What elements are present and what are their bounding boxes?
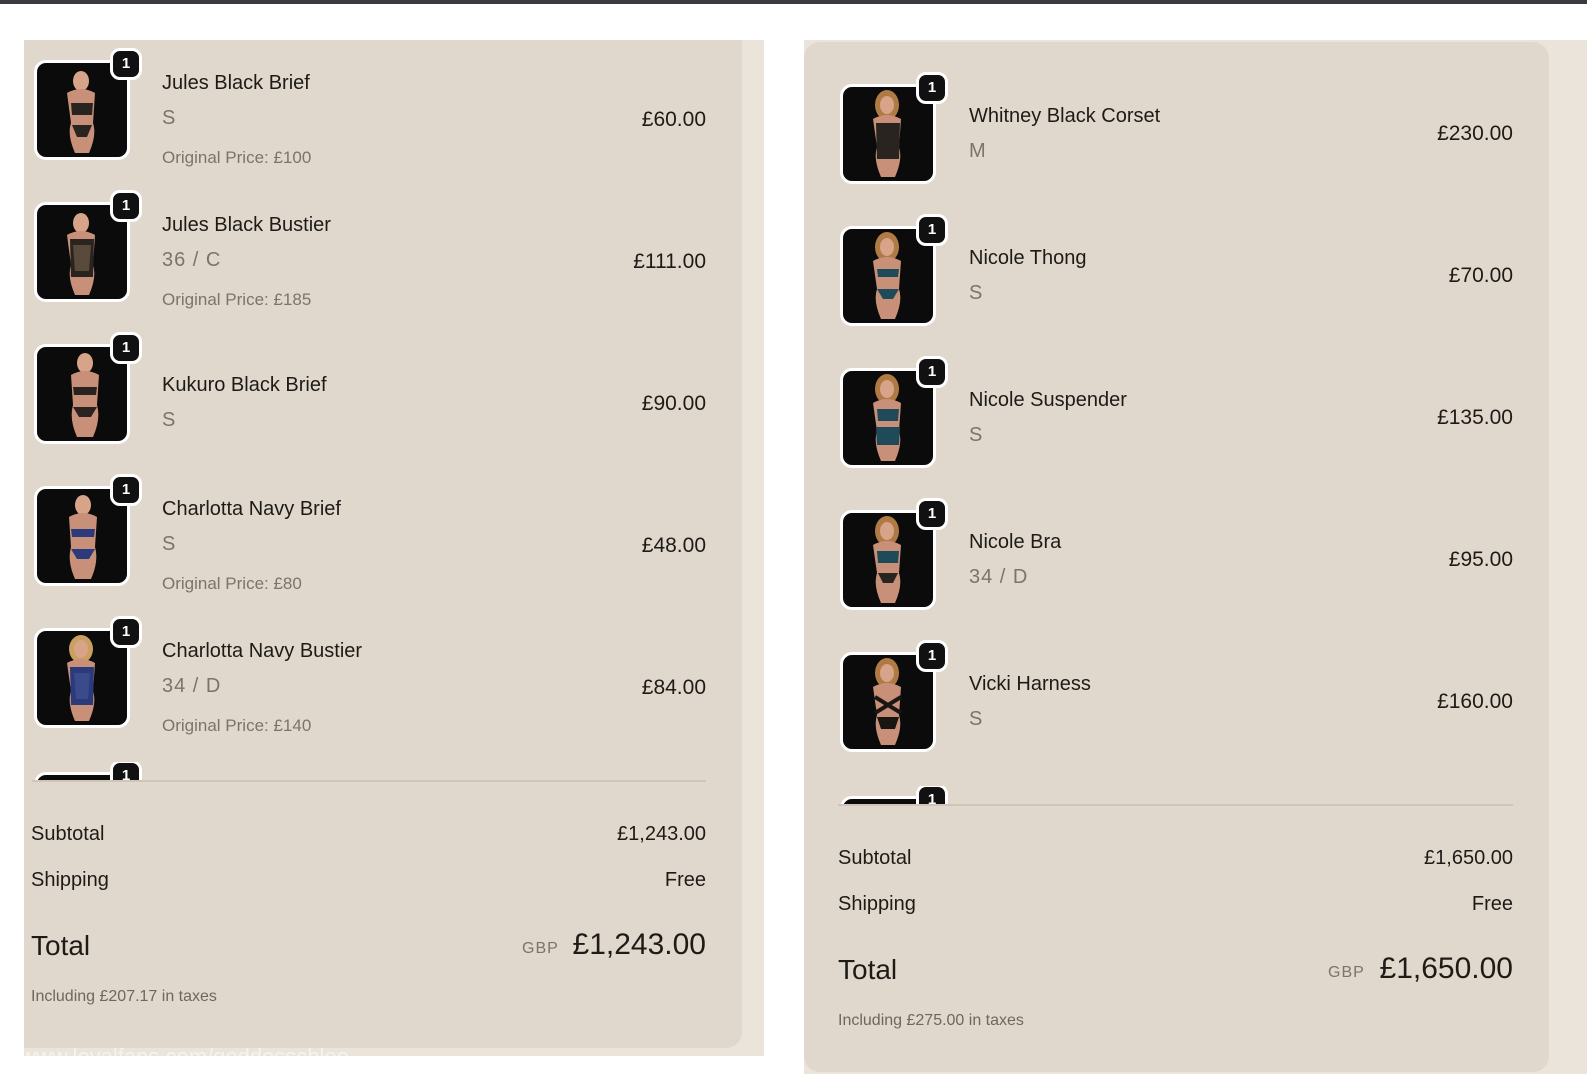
product-thumbnail[interactable]: 1 [34, 616, 142, 732]
product-variant: M [969, 140, 987, 162]
product-name[interactable]: Jules Black Bustier [162, 214, 331, 237]
product-name[interactable]: Nicole Bra [969, 531, 1061, 554]
product-price: £111.00 [633, 250, 706, 273]
product-thumbnail[interactable]: 1 [34, 474, 142, 590]
product-variant: 34 / D [969, 566, 1029, 588]
shipping-label: Shipping [838, 893, 916, 915]
cart-item[interactable]: 1 Charlotta Navy Bustier 34 / D Original… [24, 616, 742, 748]
product-price: £95.00 [1448, 548, 1513, 571]
left-cart-panel: 1 Jules Black Brief S Original Price: £1… [24, 40, 742, 1048]
total-value: £1,243.00 [572, 928, 706, 961]
product-thumbnail[interactable]: 1 [840, 214, 948, 330]
product-thumbnail[interactable]: 1 [840, 72, 948, 188]
subtotal-label: Subtotal [31, 823, 105, 845]
product-variant: S [162, 533, 177, 555]
cart-item[interactable]: 1 Nicole Bra 34 / D £95.00 [804, 498, 1549, 630]
product-price: £48.00 [641, 534, 706, 557]
original-price: Original Price: £80 [162, 574, 302, 593]
product-price: £84.00 [641, 676, 706, 699]
watermark: www.loyalfans.com/goddesschloe [20, 1044, 349, 1069]
product-thumbnail[interactable]: 1 [840, 640, 948, 756]
shipping-value: Free [1471, 893, 1513, 915]
cart-item[interactable]: 1 Whitney Black Corset M £230.00 [804, 72, 1549, 204]
product-name[interactable]: Kukuro Black Brief [162, 374, 327, 397]
quantity-badge: 1 [916, 498, 948, 530]
right-cart-panel: 1 Whitney Black Corset M £230.00 1 Nicol… [804, 42, 1549, 1072]
original-price: Original Price: £140 [162, 716, 312, 735]
quantity-badge: 1 [916, 640, 948, 672]
product-name[interactable]: Vicki Harness [969, 673, 1091, 696]
cart-item[interactable]: 1 Kukuro Black Brief S £90.00 [24, 332, 742, 464]
product-name[interactable]: Charlotta Navy Bustier [162, 640, 362, 663]
product-thumbnail[interactable]: 1 [34, 332, 142, 448]
shipping-value: Free [664, 869, 706, 891]
divider [32, 780, 706, 782]
quantity-badge: 1 [110, 762, 142, 780]
next-cart-item-partial[interactable]: 1 [840, 786, 960, 804]
subtotal-value: £1,243.00 [617, 823, 706, 845]
subtotal-label: Subtotal [838, 847, 912, 869]
product-name[interactable]: Whitney Black Corset [969, 105, 1160, 128]
next-cart-item-partial[interactable]: 1 [34, 762, 154, 780]
quantity-badge: 1 [916, 214, 948, 246]
tax-note: Including £275.00 in taxes [838, 1012, 1024, 1029]
cart-item[interactable]: 1 Charlotta Navy Brief S Original Price:… [24, 474, 742, 606]
product-variant: S [969, 708, 984, 730]
product-name[interactable]: Charlotta Navy Brief [162, 498, 341, 521]
cart-item[interactable]: 1 Jules Black Brief S Original Price: £1… [24, 48, 742, 180]
product-price: £230.00 [1437, 122, 1513, 145]
total-value: £1,650.00 [1379, 952, 1513, 985]
original-price: Original Price: £185 [162, 290, 312, 309]
product-price: £135.00 [1437, 406, 1513, 429]
product-name[interactable]: Nicole Thong [969, 247, 1086, 270]
divider [838, 804, 1513, 806]
currency-code: GBP [522, 940, 559, 957]
product-name[interactable]: Jules Black Brief [162, 72, 310, 95]
product-price: £70.00 [1448, 264, 1513, 287]
quantity-badge: 1 [110, 332, 142, 364]
product-thumbnail[interactable]: 1 [34, 190, 142, 306]
shipping-label: Shipping [31, 869, 109, 891]
cart-item[interactable]: 1 Nicole Suspender S £135.00 [804, 356, 1549, 488]
product-thumbnail[interactable]: 1 [840, 498, 948, 614]
tax-note: Including £207.17 in taxes [31, 988, 217, 1005]
product-variant: S [162, 107, 177, 129]
subtotal-value: £1,650.00 [1424, 847, 1513, 869]
total-label: Total [31, 930, 91, 961]
quantity-badge: 1 [916, 786, 948, 804]
cart-item[interactable]: 1 Vicki Harness S £160.00 [804, 640, 1549, 772]
product-thumbnail[interactable]: 1 [840, 356, 948, 472]
product-name[interactable]: Nicole Suspender [969, 389, 1127, 412]
product-price: £60.00 [641, 108, 706, 131]
total-label: Total [838, 954, 898, 985]
original-price: Original Price: £100 [162, 148, 312, 167]
quantity-badge: 1 [110, 190, 142, 222]
top-bar [0, 0, 1587, 4]
product-variant: 36 / C [162, 249, 222, 271]
quantity-badge: 1 [110, 48, 142, 80]
cart-item[interactable]: 1 Nicole Thong S £70.00 [804, 214, 1549, 346]
quantity-badge: 1 [916, 72, 948, 104]
product-variant: S [969, 424, 984, 446]
quantity-badge: 1 [916, 356, 948, 388]
currency-code: GBP [1328, 964, 1365, 981]
quantity-badge: 1 [110, 616, 142, 648]
product-price: £90.00 [641, 392, 706, 415]
product-variant: S [162, 409, 177, 431]
cart-item[interactable]: 1 Jules Black Bustier 36 / C Original Pr… [24, 190, 742, 322]
product-price: £160.00 [1437, 690, 1513, 713]
product-variant: S [969, 282, 984, 304]
product-variant: 34 / D [162, 675, 222, 697]
product-thumbnail[interactable]: 1 [34, 48, 142, 164]
quantity-badge: 1 [110, 474, 142, 506]
